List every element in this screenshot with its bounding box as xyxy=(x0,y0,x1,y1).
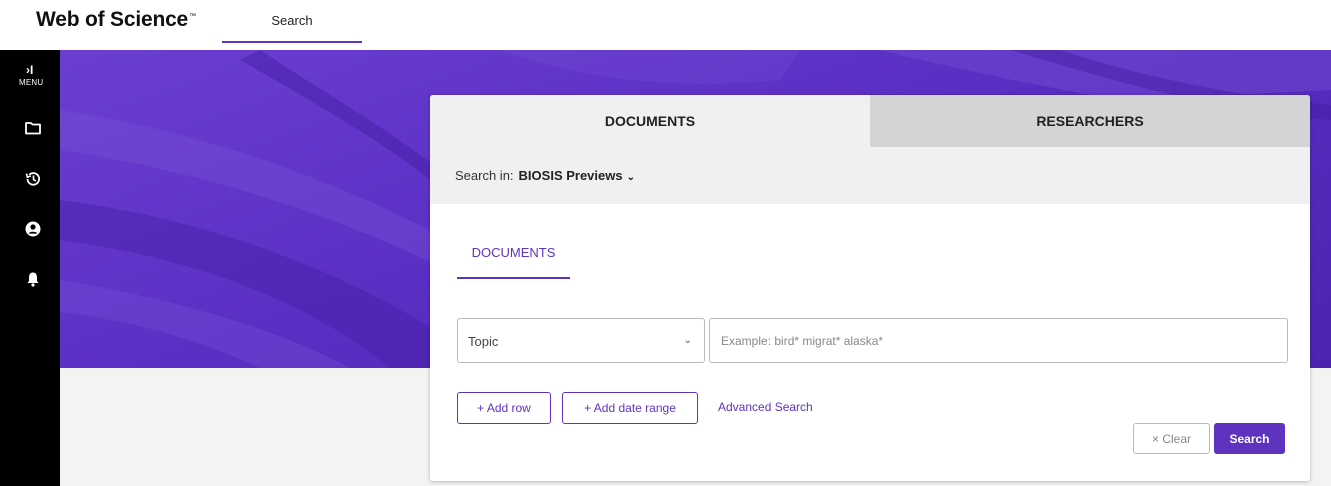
history-icon[interactable] xyxy=(24,170,42,188)
logo[interactable]: Web of Science™ xyxy=(36,8,196,32)
search-type-tabs: DOCUMENTS RESEARCHERS xyxy=(430,95,1310,147)
trademark-mark: ™ xyxy=(189,13,196,20)
add-row-button[interactable]: + Add row xyxy=(457,392,551,424)
advanced-search-link[interactable]: Advanced Search xyxy=(718,400,813,414)
database-selector[interactable]: BIOSIS Previews ⌄ xyxy=(519,168,635,183)
chevron-down-icon: ⌄ xyxy=(626,172,635,183)
expand-menu-icon: ›I xyxy=(26,63,34,77)
user-icon[interactable] xyxy=(24,220,42,238)
bell-icon[interactable] xyxy=(24,270,42,288)
search-query-input[interactable] xyxy=(709,318,1288,363)
search-in-label: Search in: xyxy=(455,168,514,183)
search-field-select[interactable]: Topic ⌄ xyxy=(457,318,705,363)
logo-text: Web of Science xyxy=(36,8,189,31)
search-field-value: Topic xyxy=(468,334,499,349)
menu-toggle-button[interactable]: ›I MENU xyxy=(0,64,60,88)
subtab-documents[interactable]: DOCUMENTS xyxy=(457,245,570,279)
search-button[interactable]: Search xyxy=(1214,423,1285,454)
tab-documents[interactable]: DOCUMENTS xyxy=(430,95,870,147)
add-date-range-button[interactable]: + Add date range xyxy=(562,392,698,424)
clear-button[interactable]: × Clear xyxy=(1133,423,1210,454)
tab-researchers[interactable]: RESEARCHERS xyxy=(870,95,1310,147)
search-in-bar: Search in: BIOSIS Previews ⌄ xyxy=(430,147,1310,204)
tab-search[interactable]: Search xyxy=(222,0,362,43)
folder-icon[interactable] xyxy=(24,119,42,137)
search-card: DOCUMENTS RESEARCHERS Search in: BIOSIS … xyxy=(430,95,1310,481)
chevron-down-icon: ⌄ xyxy=(683,335,692,346)
database-name: BIOSIS Previews xyxy=(518,168,623,183)
top-bar: Web of Science™ Search xyxy=(0,0,1331,50)
menu-label: MENU xyxy=(19,78,44,87)
sidebar: ›I MENU xyxy=(0,50,60,486)
